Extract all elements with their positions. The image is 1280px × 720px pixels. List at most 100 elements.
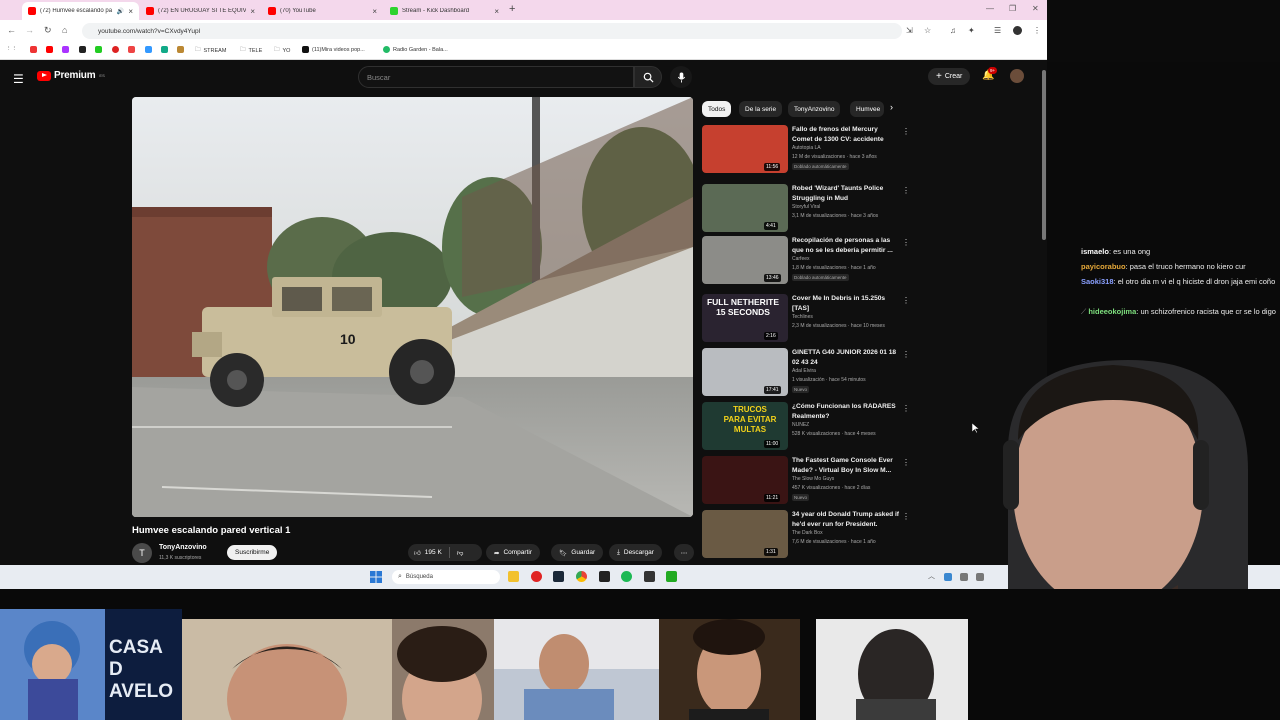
new-tab-button[interactable]: + [509, 3, 515, 15]
tab-youtube[interactable]: (70) YouTube × [262, 2, 383, 20]
share-button[interactable]: ➦ Compartir [486, 544, 540, 561]
bookmark-icon-10[interactable] [177, 46, 184, 53]
related-video-channel[interactable]: NUNEZ [792, 422, 809, 428]
related-video-title[interactable]: Robed 'Wizard' Taunts Police Struggling … [792, 184, 900, 203]
channel-avatar[interactable]: T [132, 543, 152, 563]
back-icon[interactable]: ← [7, 25, 16, 35]
bookmark-icon-3[interactable] [62, 46, 69, 53]
bookmark-yo[interactable]: 🗀 YO [274, 46, 290, 55]
close-icon[interactable]: × [250, 7, 255, 16]
related-video-title[interactable]: Fallo de frenos del Mercury Comet de 130… [792, 125, 900, 144]
related-video-item[interactable]: 4:41 Robed 'Wizard' Taunts Police Struggl… [702, 184, 912, 236]
extensions-icon[interactable]: ✦ [968, 26, 975, 35]
youtube-premium-logo[interactable]: Premium ES [37, 70, 105, 81]
chip-todos[interactable]: Todos [702, 101, 732, 117]
bookmark-radio-garden[interactable]: Radio Garden - Bala... [383, 46, 448, 53]
bookmark-stream[interactable]: 🗀 STREAM [195, 46, 226, 55]
more-vert-icon[interactable]: ⋮ [902, 238, 910, 247]
media-icon[interactable]: ♫ [950, 26, 956, 35]
related-video-item[interactable]: 11:56 Fallo de frenos del Mercury Comet d… [702, 125, 912, 177]
tab-humvee[interactable]: (72) Humvee escalando pa 🔊 × [22, 2, 139, 20]
download-button[interactable]: ⤓ Descargar [609, 544, 662, 561]
kick-app-icon[interactable] [666, 571, 677, 582]
reload-icon[interactable]: ↻ [44, 25, 52, 36]
channel-name[interactable]: TonyAnzovino [159, 544, 207, 551]
more-vert-icon[interactable]: ⋮ [902, 350, 910, 359]
related-video-title[interactable]: Cover Me In Debris in 15.250s [TAS] [792, 294, 900, 313]
cast-icon[interactable]: ☰ [994, 26, 1001, 35]
related-video-channel[interactable]: Carfeex [792, 256, 810, 262]
tray-chevron-icon[interactable]: ︿ [928, 571, 935, 581]
create-button[interactable]: + Crear [928, 68, 971, 85]
taskbar-search[interactable]: ⌕ Búsqueda [392, 570, 500, 584]
related-video-title[interactable]: ¿Cómo Funcionan los RADARES Realmente? [792, 402, 900, 421]
dislike-button[interactable]: 👎︎ [457, 549, 464, 557]
scrollbar-thumb[interactable] [1042, 70, 1046, 240]
more-vert-icon[interactable]: ⋮ [902, 186, 910, 195]
bookmark-star-icon[interactable]: ☆ [924, 26, 931, 35]
close-icon[interactable]: × [372, 7, 377, 16]
bookmark-icon-5[interactable] [95, 46, 102, 53]
tab-uruguay[interactable]: (72) EN URUGUAY SI TE EQUIVO × [140, 2, 261, 20]
hamburger-menu-icon[interactable]: ☰ [13, 72, 24, 86]
more-vert-icon[interactable]: ⋮ [902, 404, 910, 413]
menu-dots-icon[interactable]: ⋮ [1033, 26, 1041, 35]
file-explorer-icon[interactable] [508, 571, 519, 582]
bookmark-icon-7[interactable] [128, 46, 135, 53]
account-avatar[interactable] [1010, 69, 1024, 83]
related-video-item[interactable]: FULL NETHERITE 15 SECONDS 2:16 Cover Me In… [702, 294, 912, 346]
related-video-title[interactable]: GINETTA G40 JUNIOR 2026 01 18 02 43 24 [792, 348, 900, 367]
profile-icon[interactable] [1013, 26, 1022, 35]
related-video-channel[interactable]: Storyful Viral [792, 204, 820, 210]
chip-de-la-serie[interactable]: De la serie [739, 101, 783, 117]
chip-humvee[interactable]: Humvee [850, 101, 884, 117]
tab-kick[interactable]: Stream - Kick Dashboard × [384, 2, 505, 20]
close-window-icon[interactable]: ✕ [1032, 4, 1039, 13]
app-red-icon[interactable] [531, 571, 542, 582]
minimize-icon[interactable]: — [986, 4, 994, 13]
more-vert-icon[interactable]: ⋮ [902, 127, 910, 136]
obs-icon[interactable] [599, 571, 610, 582]
related-video-title[interactable]: Recopilación de personas a las que no se… [792, 236, 900, 255]
app-icon[interactable] [644, 571, 655, 582]
forward-icon[interactable]: → [25, 25, 34, 35]
related-video-channel[interactable]: Adal Elvira [792, 368, 816, 374]
more-actions-button[interactable]: ⋯ [674, 544, 694, 561]
related-video-item[interactable]: 17:41 GINETTA G40 JUNIOR 2026 01 18 02 43… [702, 348, 912, 400]
related-video-channel[interactable]: Techlines [792, 314, 813, 320]
chrome-icon[interactable] [576, 571, 587, 582]
search-button[interactable] [634, 66, 662, 88]
bookmark-tele[interactable]: 🗀 TELE [240, 46, 262, 55]
bookmark-icon-4[interactable] [79, 46, 86, 53]
more-vert-icon[interactable]: ⋮ [902, 458, 910, 467]
bookmark-icon-1[interactable] [30, 46, 37, 53]
related-video-title[interactable]: The Fastest Game Console Ever Made? - Vi… [792, 456, 900, 475]
spotify-icon[interactable] [621, 571, 632, 582]
bookmark-icon-6[interactable] [112, 46, 119, 53]
address-bar[interactable]: youtube.com/watch?v=CXvdy4YupI [82, 23, 902, 39]
maximize-icon[interactable]: ❐ [1009, 4, 1016, 13]
bookmark-icon-9[interactable] [161, 46, 168, 53]
more-vert-icon[interactable]: ⋮ [902, 512, 910, 521]
apps-icon[interactable]: ⋮⋮ [6, 46, 17, 52]
related-video-channel[interactable]: Autotopia LA [792, 145, 821, 151]
close-icon[interactable]: × [128, 7, 133, 16]
voice-search-button[interactable] [670, 66, 692, 88]
related-video-title[interactable]: 34 year old Donald Trump asked if he'd e… [792, 510, 900, 529]
related-video-item[interactable]: TRUCOS PARA EVITAR MULTAS 11:00 ¿Cómo Func… [702, 402, 912, 454]
bookmark-icon-2[interactable] [46, 46, 53, 53]
home-icon[interactable]: ⌂ [62, 25, 67, 35]
related-video-channel[interactable]: The Slow Mo Guys [792, 476, 834, 482]
steam-icon[interactable] [553, 571, 564, 582]
chevron-right-icon[interactable]: › [890, 102, 893, 112]
close-icon[interactable]: × [494, 7, 499, 16]
like-button[interactable]: 👍︎ 195 K [414, 549, 442, 557]
related-video-item[interactable]: 1:31 34 year old Donald Trump asked if he… [702, 510, 912, 562]
subscribe-button[interactable]: Suscribirme [227, 545, 278, 560]
related-video-channel[interactable]: The Dark Box [792, 530, 823, 536]
more-vert-icon[interactable]: ⋮ [902, 296, 910, 305]
video-player[interactable]: 10 [132, 97, 693, 517]
bookmark-icon-8[interactable] [145, 46, 152, 53]
windows-start-icon[interactable] [370, 571, 382, 583]
related-video-item[interactable]: 11:21 The Fastest Game Console Ever Made?… [702, 456, 912, 508]
